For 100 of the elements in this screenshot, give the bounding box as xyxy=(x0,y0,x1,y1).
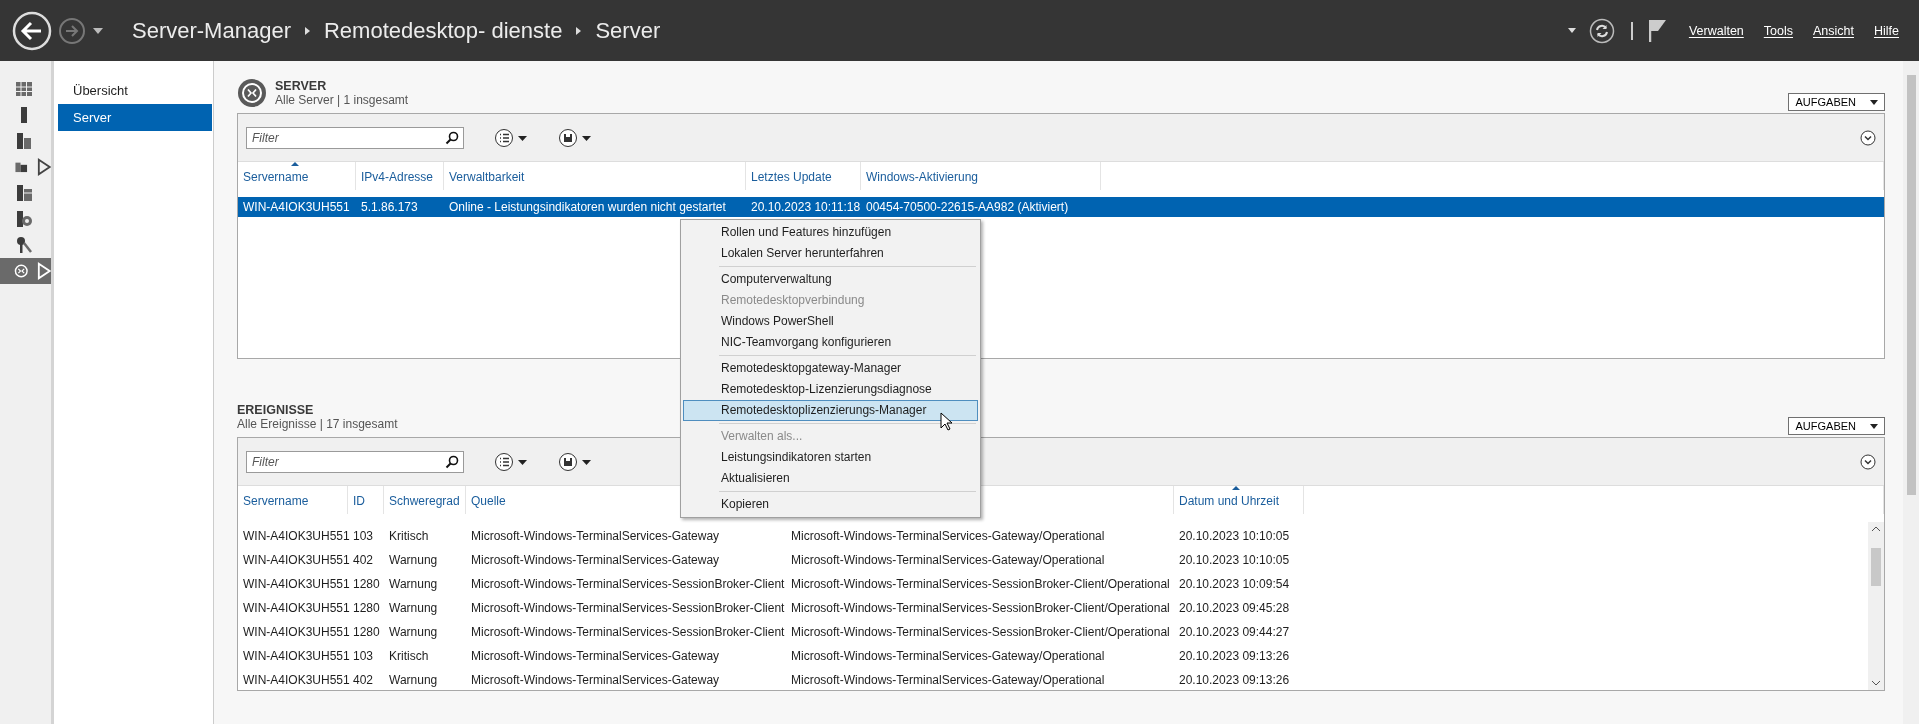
column-header[interactable]: Servername xyxy=(238,486,348,514)
menu-item[interactable]: Rollen und Features hinzufügen xyxy=(683,222,978,243)
table-cell-text: 103 xyxy=(352,528,375,545)
table-row[interactable]: WIN-A4IOK3UH551 1280 Warnung Microsoft-Windows-TerminalServices-SessionBroker-Client Microsoft-Windows-TerminalServices-SessionBroker-Client/Operational 20.10.2023 10:09:54 xyxy=(238,574,1868,594)
table-row[interactable]: WIN-A4IOK3UH551 5.1.86.173 Online - Leistungsindikatoren wurden nicht gestartet 20.10.2023 10:11:18 00454-70500-22615-AA982 (Aktiviert) xyxy=(238,197,1884,217)
table-cell-text: 20.10.2023 09:44:27 xyxy=(1178,624,1291,641)
table-cell-text: WIN-A4IOK3UH551 xyxy=(242,624,348,641)
table-cell-text: Microsoft-Windows-TerminalServices-SessionBroker-Client/Operational xyxy=(790,576,1171,593)
column-header[interactable]: Verwaltbarkeit xyxy=(444,162,746,190)
flag-icon[interactable] xyxy=(1648,18,1667,43)
section-subtitle: Alle Ereignisse | 17 insgesamt xyxy=(237,417,398,431)
table-row[interactable]: WIN-A4IOK3UH551 402 Warnung Microsoft-Windows-TerminalServices-Gateway Microsoft-Windows-TerminalServices-Gateway/Operational 20.10.2023 10:10:05 xyxy=(238,550,1868,570)
breadcrumb-separator-icon xyxy=(304,26,310,35)
nav-item[interactable]: Server xyxy=(58,104,212,131)
table-cell-text: Microsoft-Windows-TerminalServices-Gateway xyxy=(470,528,721,545)
table-cell-text: WIN-A4IOK3UH551 xyxy=(242,576,348,593)
menu-item[interactable]: NIC-Teamvorgang konfigurieren xyxy=(683,332,978,353)
table-cell-text: WIN-A4IOK3UH551 xyxy=(242,552,348,569)
table-cell-text: 402 xyxy=(352,552,375,569)
column-header[interactable]: Datum und Uhrzeit xyxy=(1174,486,1304,514)
table-cell-text: 20.10.2023 10:10:05 xyxy=(1178,552,1291,569)
table-cell-text: 20.10.2023 10:11:18 xyxy=(750,199,861,216)
table-cell-text: WIN-A4IOK3UH551 xyxy=(242,600,348,617)
column-header[interactable]: Letztes Update xyxy=(746,162,861,190)
save-query-dropdown[interactable] xyxy=(558,127,592,148)
refresh-icon[interactable] xyxy=(1588,17,1615,44)
filter-field[interactable]: Filter xyxy=(246,126,464,149)
column-header[interactable]: IPv4-Adresse xyxy=(356,162,444,190)
save-query-dropdown[interactable] xyxy=(558,451,592,472)
scrollbar[interactable] xyxy=(1903,61,1919,724)
table-cell-text: Warnung xyxy=(388,600,439,617)
table-cell-text: Online - Leistungsindikatoren wurden nicht gestartet xyxy=(448,199,727,216)
all-servers-icon xyxy=(14,131,34,151)
table-row[interactable]: WIN-A4IOK3UH551 1280 Warnung Microsoft-Windows-TerminalServices-SessionBroker-Client Microsoft-Windows-TerminalServices-SessionBroker-Client/Operational 20.10.2023 09:44:27 xyxy=(238,622,1868,642)
section-title: SERVER xyxy=(275,79,328,93)
table-cell-text: 20.10.2023 10:10:05 xyxy=(1178,528,1291,545)
sidebar-icon-item[interactable] xyxy=(0,258,51,284)
menu-item[interactable]: Lokalen Server herunterfahren xyxy=(683,243,978,264)
table-row[interactable]: WIN-A4IOK3UH551 402 Warnung Microsoft-Windows-TerminalServices-Gateway Microsoft-Windows-TerminalServices-Gateway/Operational 20.10.2023 09:13:26 xyxy=(238,670,1868,690)
table-cell-text: 20.10.2023 09:45:28 xyxy=(1178,600,1291,617)
column-header[interactable]: Windows-Aktivierung xyxy=(861,162,1101,190)
breadcrumb-item[interactable]: Remotedesktop- dienste xyxy=(323,17,563,44)
table-cell-text: WIN-A4IOK3UH551 xyxy=(242,648,348,665)
menu-item[interactable]: Ansicht xyxy=(1813,23,1854,38)
table-cell-text: Microsoft-Windows-TerminalServices-Gateway xyxy=(470,672,721,689)
breadcrumb-item[interactable]: Server xyxy=(595,17,661,44)
tasks-button[interactable]: AUFGABEN xyxy=(1788,417,1885,435)
table-cell-text: 1280 xyxy=(352,624,381,641)
dropdown-icon[interactable] xyxy=(1566,27,1577,34)
table-cell-text: WIN-A4IOK3UH551 xyxy=(242,528,348,545)
menu-item[interactable]: Computerverwaltung xyxy=(683,269,978,290)
nav-item[interactable]: Übersicht xyxy=(58,77,212,104)
table-cell-text: 103 xyxy=(352,648,375,665)
table-cell-text: Microsoft-Windows-TerminalServices-Gateway xyxy=(470,648,721,665)
forward-button[interactable] xyxy=(58,16,86,45)
menu-item[interactable]: Remotedesktop-Lizenzierungsdiagnose xyxy=(683,379,978,400)
back-button[interactable] xyxy=(12,10,52,51)
role-a-icon xyxy=(14,183,34,203)
collapse-button[interactable] xyxy=(1860,129,1876,146)
menu-item[interactable]: Hilfe xyxy=(1874,23,1899,38)
table-row[interactable]: WIN-A4IOK3UH551 103 Kritisch Microsoft-Windows-TerminalServices-Gateway Microsoft-Windows-TerminalServices-Gateway/Operational 20.10.2023 09:13:26 xyxy=(238,646,1868,666)
scroll-down-icon[interactable] xyxy=(1872,680,1880,686)
table-cell-text: Kritisch xyxy=(388,648,430,665)
column-header[interactable]: Schweregrad xyxy=(384,486,466,514)
menu-item[interactable]: Leistungsindikatoren starten xyxy=(683,447,978,468)
menu-item[interactable]: Verwalten xyxy=(1688,23,1744,38)
menu-item[interactable]: Windows PowerShell xyxy=(683,311,978,332)
breadcrumb-item[interactable]: Server-Manager xyxy=(132,17,291,44)
table-cell-text: Microsoft-Windows-TerminalServices-SessionBroker-Client/Operational xyxy=(790,600,1171,617)
role-key-icon xyxy=(14,235,34,255)
role-globe-icon xyxy=(14,209,34,229)
table-cell-text: 20.10.2023 09:13:26 xyxy=(1178,672,1291,689)
menu-item[interactable]: Remotedesktoplizenzierungs-Manager xyxy=(683,400,978,421)
list-options-dropdown[interactable] xyxy=(494,451,528,472)
scrollbar[interactable] xyxy=(1868,522,1884,690)
search-icon xyxy=(445,454,459,469)
menu-item[interactable]: Aktualisieren xyxy=(683,468,978,489)
column-header[interactable]: Servername xyxy=(238,162,356,190)
breadcrumb-separator-icon xyxy=(576,26,582,35)
remote-desktop-icon xyxy=(237,78,267,108)
tasks-button[interactable]: AUFGABEN xyxy=(1788,93,1885,111)
collapse-button[interactable] xyxy=(1860,453,1876,470)
menu-item[interactable]: Tools xyxy=(1763,23,1793,38)
filter-field[interactable]: Filter xyxy=(246,450,464,473)
table-cell-text: Microsoft-Windows-TerminalServices-Gateway/Operational xyxy=(790,648,1106,665)
scroll-thumb[interactable] xyxy=(1871,548,1881,586)
table-cell-text: WIN-A4IOK3UH551 xyxy=(242,199,351,216)
menu-item[interactable]: Remotedesktopgateway-Manager xyxy=(683,358,978,379)
history-dropdown-icon[interactable] xyxy=(92,26,104,35)
table-row[interactable]: WIN-A4IOK3UH551 103 Kritisch Microsoft-Windows-TerminalServices-Gateway Microsoft-Windows-TerminalServices-Gateway/Operational 20.10.2023 10:10:05 xyxy=(238,526,1868,546)
table-cell-text: Microsoft-Windows-TerminalServices-SessionBroker-Client/Operational xyxy=(790,624,1171,641)
table-row[interactable]: WIN-A4IOK3UH551 1280 Warnung Microsoft-Windows-TerminalServices-SessionBroker-Client Microsoft-Windows-TerminalServices-SessionBroker-Client/Operational 20.10.2023 09:45:28 xyxy=(238,598,1868,618)
list-options-dropdown[interactable] xyxy=(494,127,528,148)
column-header[interactable]: ID xyxy=(348,486,384,514)
table-cell-text: 1280 xyxy=(352,600,381,617)
table-cell-text: Microsoft-Windows-TerminalServices-SessionBroker-Client xyxy=(470,624,786,641)
scroll-up-icon[interactable] xyxy=(1872,526,1880,532)
table-cell-text: 402 xyxy=(352,672,375,689)
search-icon xyxy=(445,130,459,145)
expand-icon[interactable] xyxy=(36,157,51,177)
